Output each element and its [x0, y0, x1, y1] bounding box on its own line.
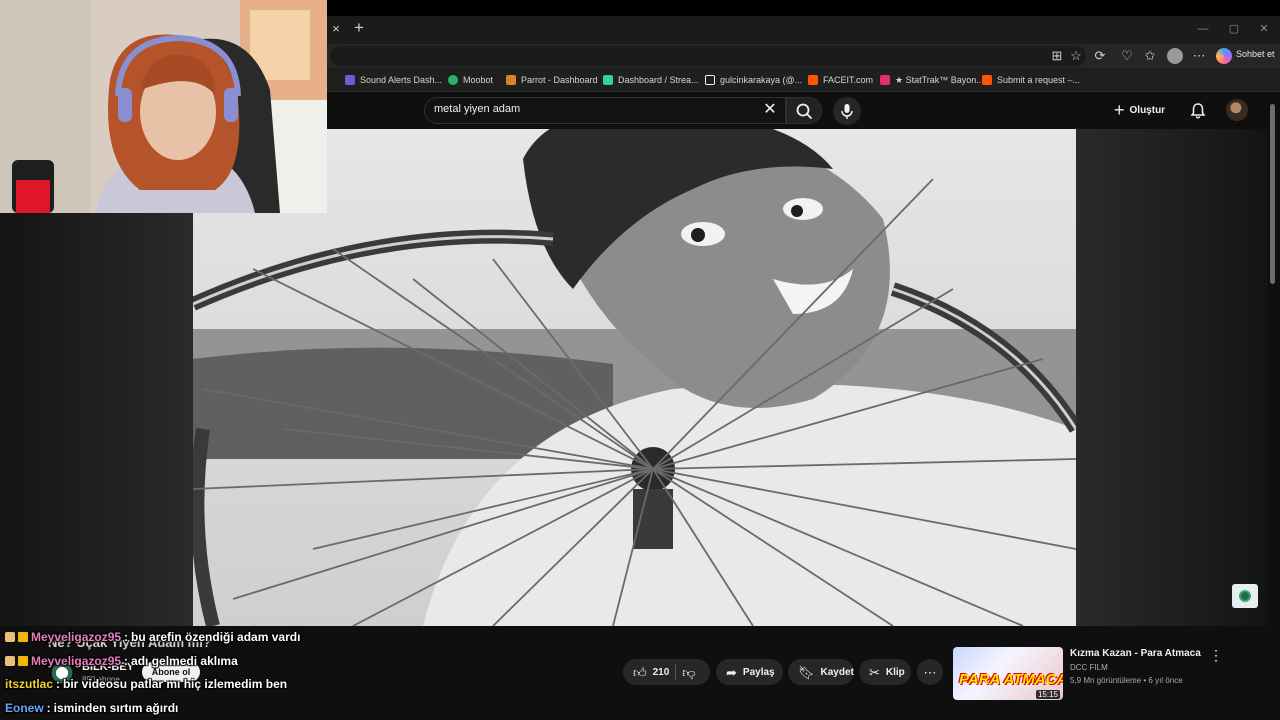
clear-search-icon[interactable]: ✕ — [762, 102, 778, 118]
voice-search-button[interactable] — [833, 97, 861, 125]
moobot-icon — [448, 75, 458, 85]
clip-label: Klip — [885, 666, 905, 678]
scrollbar-thumb[interactable] — [1270, 104, 1275, 284]
create-button[interactable]: + Oluştur — [1114, 99, 1165, 121]
stattrak-icon — [880, 75, 890, 85]
chat-separator: : — [124, 630, 129, 644]
chat-username: Eonew — [5, 701, 44, 715]
like-divider — [675, 664, 677, 680]
browser-essentials-icon[interactable]: ♡ — [1119, 48, 1135, 64]
watermark-eye-icon — [1239, 590, 1251, 602]
chat-line: Eonew : isminden sırtım ağırdı — [5, 699, 178, 717]
more-dots-icon: ⋯ — [923, 664, 937, 680]
faceit-icon — [808, 75, 818, 85]
scissors-icon: ✂ — [869, 664, 880, 680]
plus-icon: + — [1114, 100, 1125, 120]
bookmark-streamlabs[interactable]: Dashboard / Strea... — [603, 74, 699, 86]
sound-alerts-icon — [345, 75, 355, 85]
chat-message: bir videosu patlar mı hiç izlemedim ben — [63, 677, 288, 691]
notifications-bell-icon[interactable] — [1189, 102, 1207, 120]
recommended-more-icon[interactable]: ⋮ — [1209, 648, 1223, 662]
minimize-button[interactable]: — — [1195, 22, 1211, 36]
save-label: Kaydet — [820, 666, 854, 678]
chat-message: bu arefin özendiği adam vardı — [131, 630, 301, 644]
chat-username: Meyveligazoz95 — [31, 630, 122, 644]
search-query-text[interactable]: metal yiyen adam — [434, 103, 520, 115]
bookmark-parrot[interactable]: Parrot - Dashboard — [506, 74, 598, 86]
account-avatar[interactable] — [1226, 99, 1248, 121]
favorite-star-icon[interactable]: ☆ — [1068, 48, 1084, 64]
channel-watermark-icon[interactable] — [1232, 584, 1258, 608]
thumbnail-text: PARA ATMACA — [959, 671, 1063, 688]
close-window-button[interactable]: ✕ — [1256, 22, 1272, 36]
recommended-meta: 5,9 Mn görüntüleme • 6 yıl önce — [1070, 676, 1183, 685]
crown-badge-icon — [18, 632, 28, 642]
favorites-icon[interactable]: ✩ — [1142, 48, 1158, 64]
streamlabs-icon — [603, 75, 613, 85]
tiktok-icon — [705, 75, 715, 85]
bookmark-label: Submit a request –... — [997, 75, 1081, 85]
recommended-channel[interactable]: DCC FILM — [1070, 663, 1108, 672]
share-label: Paylaş — [742, 666, 775, 678]
extensions-icon[interactable]: ⟳ — [1092, 48, 1108, 64]
streamer-webcam — [0, 0, 327, 213]
app-available-icon[interactable]: ⊞ — [1049, 48, 1065, 64]
create-label: Oluştur — [1129, 104, 1166, 116]
bookmark-label: ★ StatTrak™ Bayon... — [895, 74, 984, 85]
chat-separator: : — [46, 701, 51, 715]
tab-close-button[interactable]: × — [329, 22, 343, 36]
chat-username: Meyveligazoz95 — [31, 654, 122, 668]
crown-badge-icon — [18, 656, 28, 666]
parrot-icon — [506, 75, 516, 85]
webcam-feed-image — [0, 0, 327, 213]
submit-request-icon — [982, 75, 992, 85]
bookmark-label: gulcinkarakaya (@... — [720, 75, 803, 85]
more-actions-button[interactable]: ⋯ — [917, 659, 943, 685]
mic-badge-icon — [5, 656, 15, 666]
recommended-thumbnail[interactable]: PARA ATMACA 15:15 — [953, 647, 1063, 700]
bookmark-moobot[interactable]: Moobot — [448, 74, 493, 86]
new-tab-button[interactable]: + — [351, 19, 367, 36]
bookmark-tiktok[interactable]: gulcinkarakaya (@... — [705, 74, 802, 86]
clip-button[interactable]: ✂ Klip — [859, 659, 911, 685]
chat-separator: : — [124, 654, 129, 668]
search-button[interactable] — [786, 97, 822, 124]
bookmark-icon: 🔖︎ — [798, 664, 815, 680]
search-icon — [796, 103, 812, 119]
share-arrow-icon: ➦ — [726, 664, 737, 680]
share-button[interactable]: ➦ Paylaş — [716, 659, 783, 685]
bookmark-label: FACEIT.com — [823, 75, 874, 85]
dislike-icon[interactable]: 👎︎ — [682, 666, 695, 679]
bookmark-stattrak[interactable]: ★ StatTrak™ Bayon... — [880, 74, 984, 86]
bookmark-label: Dashboard / Strea... — [618, 75, 699, 85]
save-button[interactable]: 🔖︎ Kaydet — [788, 659, 854, 685]
address-field[interactable] — [330, 46, 1086, 66]
chat-line: Meyveligazoz95 : bu arefin özendiği adam… — [5, 628, 300, 646]
like-count[interactable]: 210 — [653, 667, 670, 678]
copilot-chat-label[interactable]: Sohbet et — [1236, 49, 1275, 59]
bottom-strip — [0, 700, 1280, 720]
video-duration: 15:15 — [1035, 690, 1060, 699]
chat-separator: : — [56, 677, 61, 691]
recommended-title[interactable]: Kızma Kazan - Para Atmaca — [1070, 648, 1201, 659]
chat-username: itszutlac — [5, 677, 54, 691]
bookmark-label: Sound Alerts Dash... — [360, 75, 443, 85]
bookmark-label: Parrot - Dashboard — [521, 75, 598, 85]
more-menu-icon[interactable]: ⋯ — [1191, 48, 1207, 64]
mic-badge-icon — [5, 632, 15, 642]
chat-message: adı gelmedi aklıma — [131, 654, 238, 668]
bookmark-submit-request[interactable]: Submit a request –... — [982, 74, 1080, 86]
microphone-icon — [841, 104, 853, 119]
like-dislike-group: 👍︎ 210 👎︎ — [623, 659, 710, 685]
chat-line: itszutlac : bir videosu patlar mı hiç iz… — [5, 675, 287, 693]
bookmark-label: Moobot — [463, 75, 494, 85]
bookmark-faceit[interactable]: FACEIT.com — [808, 74, 873, 86]
like-icon[interactable]: 👍︎ — [633, 666, 647, 679]
chat-message: isminden sırtım ağırdı — [53, 701, 179, 715]
maximize-button[interactable]: ▢ — [1226, 22, 1242, 36]
profile-avatar[interactable] — [1167, 48, 1183, 64]
bookmark-sound-alerts[interactable]: Sound Alerts Dash... — [345, 74, 442, 86]
copilot-icon[interactable] — [1216, 48, 1232, 64]
chat-line: Meyveligazoz95 : adı gelmedi aklıma — [5, 652, 238, 670]
